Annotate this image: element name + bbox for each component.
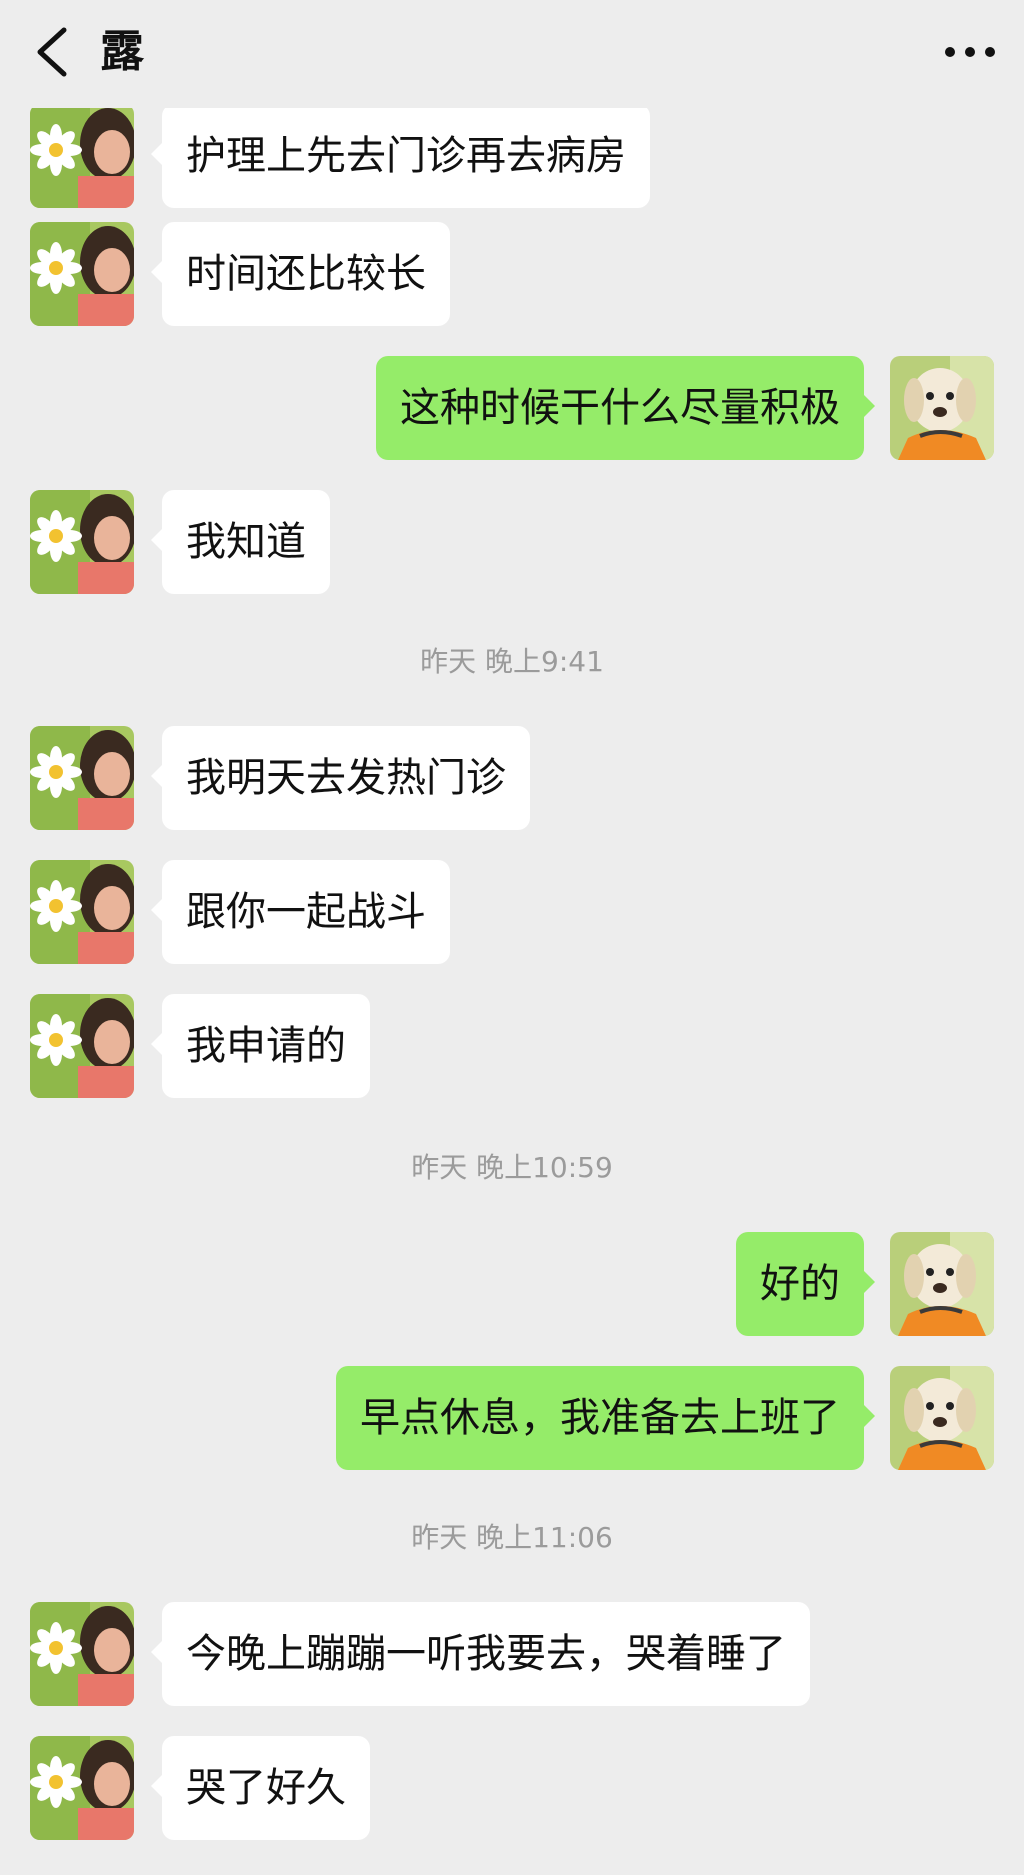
incoming-message-bubble[interactable]: 时间还比较长 [151, 222, 450, 326]
self-avatar[interactable] [890, 1232, 994, 1336]
contact-avatar[interactable] [30, 1602, 134, 1706]
incoming-message-bubble[interactable]: 今晚上蹦蹦一听我要去，哭着睡了 [151, 1602, 810, 1706]
outgoing-message-bubble[interactable]: 早点休息，我准备去上班了 [336, 1366, 875, 1470]
contact-avatar[interactable] [30, 222, 134, 326]
contact-avatar[interactable] [30, 860, 134, 964]
outgoing-message-bubble[interactable]: 好的 [736, 1232, 875, 1336]
contact-avatar[interactable] [30, 726, 134, 830]
incoming-message-bubble[interactable]: 哭了好久 [151, 1736, 370, 1840]
more-horizontal-icon [940, 30, 1000, 74]
incoming-message-bubble[interactable]: 护理上先去门诊再去病房 [151, 108, 650, 208]
contact-avatar[interactable] [30, 994, 134, 1098]
contact-avatar[interactable] [30, 108, 134, 208]
chevron-left-icon [30, 26, 74, 78]
incoming-message-bubble[interactable]: 我明天去发热门诊 [151, 726, 530, 830]
timestamp: 昨天 晚上11:06 [411, 1521, 613, 1554]
more-button[interactable] [940, 30, 1000, 74]
back-button[interactable] [30, 26, 74, 78]
chat-header: 露 [0, 0, 1024, 108]
incoming-message-bubble[interactable]: 跟你一起战斗 [151, 860, 450, 964]
incoming-message-bubble[interactable]: 我知道 [151, 490, 330, 594]
chat-title: 露 [100, 26, 144, 77]
timestamp: 昨天 晚上10:59 [411, 1151, 613, 1184]
outgoing-message-bubble[interactable]: 这种时候干什么尽量积极 [376, 356, 875, 460]
self-avatar[interactable] [890, 356, 994, 460]
incoming-message-bubble[interactable]: 我申请的 [151, 994, 370, 1098]
contact-avatar[interactable] [30, 490, 134, 594]
self-avatar[interactable] [890, 1366, 994, 1470]
message-list[interactable]: 护理上先去门诊再去病房 时间还比较长 这种时候干什么尽量积极 我知道 昨天 晚上… [0, 108, 1024, 1875]
contact-avatar[interactable] [30, 1736, 134, 1840]
timestamp: 昨天 晚上9:41 [420, 645, 604, 678]
